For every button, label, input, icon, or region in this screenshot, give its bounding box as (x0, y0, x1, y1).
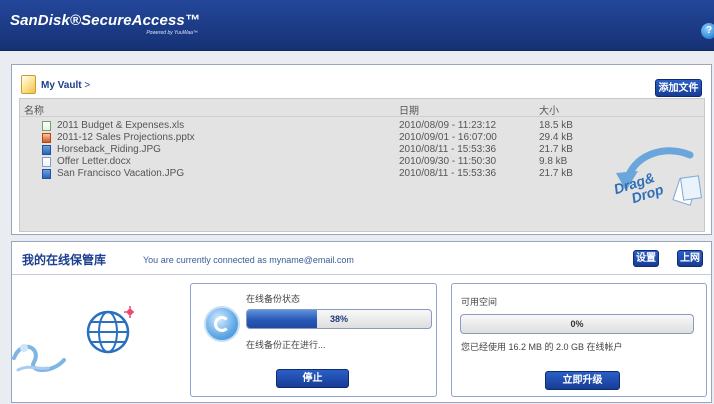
connection-status: You are currently connected as myname@em… (143, 255, 354, 265)
file-row[interactable]: 2011 Budget & Expenses.xls 2010/08/09 - … (20, 120, 704, 132)
file-size: 21.7 kB (539, 168, 573, 179)
file-date: 2010/09/01 - 16:07:00 (399, 132, 497, 143)
file-name: Offer Letter.docx (57, 156, 131, 167)
file-size: 21.7 kB (539, 144, 573, 155)
file-row[interactable]: Offer Letter.docx 2010/09/30 - 11:50:30 … (20, 156, 704, 168)
column-header-name[interactable]: 名称 (24, 102, 44, 117)
breadcrumb-my-vault[interactable]: My Vault (41, 80, 82, 91)
file-date: 2010/09/30 - 11:50:30 (399, 156, 497, 167)
globe-icon (86, 306, 134, 354)
file-name: Horseback_Riding.JPG (57, 144, 161, 155)
available-space-box: 可用空间 0% 您已经使用 16.2 MB 的 2.0 GB 在线帐户 立即升级 (451, 283, 707, 397)
logo-text: SanDisk®SecureAccess™ (10, 12, 200, 29)
vault-panel: My Vault > 添加文件 名称 日期 大小 2011 Budget & E… (11, 64, 712, 235)
logo-tagline: Powered by YuuWaa™ (146, 30, 198, 36)
file-name: San Francisco Vacation.JPG (57, 168, 185, 179)
backup-progress-text: 38% (329, 314, 348, 324)
doc-file-icon (42, 157, 51, 167)
sync-arc (214, 316, 230, 332)
file-size: 18.5 kB (539, 120, 573, 131)
online-vault-header: 我的在线保管库 You are currently connected as m… (12, 242, 711, 275)
add-file-button[interactable]: 添加文件 (655, 79, 702, 97)
online-vault-panel: 我的在线保管库 You are currently connected as m… (11, 241, 712, 403)
file-date: 2010/08/11 - 15:53:36 (399, 144, 497, 155)
ppt-file-icon (42, 133, 51, 143)
file-row[interactable]: Horseback_Riding.JPG 2010/08/11 - 15:53:… (20, 144, 704, 156)
storage-usage-bar: 0% (460, 314, 694, 334)
jpg-file-icon (42, 145, 51, 155)
available-space-label: 可用空间 (461, 297, 498, 307)
app-header: SanDisk®SecureAccess™ Powered by YuuWaa™… (0, 0, 714, 51)
settings-button[interactable]: 设置 (633, 250, 659, 267)
jpg-file-icon (42, 169, 51, 179)
file-list[interactable]: 名称 日期 大小 2011 Budget & Expenses.xls 2010… (19, 98, 705, 232)
sandisk-secureaccess-logo: SanDisk®SecureAccess™ Powered by YuuWaa™ (10, 12, 200, 36)
breadcrumb-separator: > (84, 80, 91, 91)
storage-usage-detail: 您已经使用 16.2 MB 的 2.0 GB 在线帐户 (461, 342, 623, 352)
go-online-button[interactable]: 上网 (677, 250, 703, 267)
vault-folder-icon (21, 75, 36, 94)
upgrade-now-button[interactable]: 立即升级 (545, 371, 620, 390)
help-icon[interactable]: ? (701, 23, 714, 39)
file-size: 29.4 kB (539, 132, 573, 143)
file-name: 2011 Budget & Expenses.xls (57, 120, 185, 131)
file-date: 2010/08/11 - 15:53:36 (399, 168, 497, 179)
header-divider (20, 116, 704, 117)
column-header-date[interactable]: 日期 (399, 102, 419, 117)
file-size: 9.8 kB (539, 156, 568, 167)
file-date: 2010/08/09 - 11:23:12 (399, 120, 497, 131)
backup-status-label: 在线备份状态 (246, 294, 301, 304)
backup-progress-bar: 38% (246, 309, 432, 329)
file-name: 2011-12 Sales Projections.pptx (57, 132, 195, 143)
backup-status-box: 在线备份状态 38% 在线备份正在进行... 停止 (190, 283, 437, 397)
storage-usage-text: 0% (570, 319, 584, 329)
backup-activity-text: 在线备份正在进行... (246, 340, 326, 350)
stop-button[interactable]: 停止 (276, 369, 349, 388)
sync-icon (204, 306, 240, 342)
breadcrumb-path[interactable]: My Vault > (41, 80, 90, 91)
online-vault-title: 我的在线保管库 (22, 253, 107, 267)
column-header-size[interactable]: 大小 (539, 102, 559, 117)
drag-drop-hint: Drag& Drop (612, 147, 702, 223)
file-row[interactable]: San Francisco Vacation.JPG 2010/08/11 - … (20, 168, 704, 180)
xls-file-icon (42, 121, 51, 131)
decorative-swirl-icon (12, 344, 66, 372)
file-row[interactable]: 2011-12 Sales Projections.pptx 2010/09/0… (20, 132, 704, 144)
